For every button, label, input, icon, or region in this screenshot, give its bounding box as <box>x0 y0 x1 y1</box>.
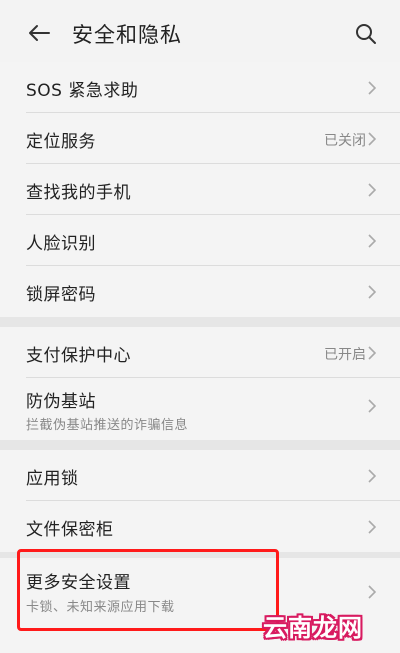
row-label: SOS 紧急求助 <box>26 81 139 101</box>
arrow-left-icon <box>29 25 50 41</box>
highlight-box <box>17 549 279 631</box>
top-bar: 安全和隐私 <box>0 0 400 62</box>
row-app-lock[interactable]: 应用锁 <box>0 450 400 501</box>
row-label: 支付保护中心 <box>26 346 131 366</box>
settings-screen: 安全和隐私 SOS 紧急求助 定位服务 已关闭 查找我的手机 人脸识别 锁屏密码… <box>0 0 400 653</box>
row-file-safe[interactable]: 文件保密柜 <box>0 501 400 552</box>
group-gap <box>0 317 400 327</box>
row-face-recognition[interactable]: 人脸识别 <box>0 215 400 266</box>
chevron-right-icon <box>366 182 378 198</box>
row-label: 查找我的手机 <box>26 183 131 203</box>
row-label: 人脸识别 <box>26 234 96 254</box>
row-location[interactable]: 定位服务 已关闭 <box>0 113 400 164</box>
row-label: 锁屏密码 <box>26 285 96 305</box>
chevron-right-icon <box>366 398 378 414</box>
watermark: 云南龙网 <box>263 614 363 642</box>
row-label: 文件保密柜 <box>26 520 114 540</box>
row-find-phone[interactable]: 查找我的手机 <box>0 164 400 215</box>
settings-group-3: 应用锁 文件保密柜 <box>0 450 400 552</box>
search-button[interactable] <box>352 20 380 48</box>
row-sos[interactable]: SOS 紧急求助 <box>0 62 400 113</box>
chevron-right-icon <box>366 233 378 249</box>
row-fake-base-station[interactable]: 防伪基站 拦截伪基站推送的诈骗信息 <box>0 378 400 440</box>
row-label: 定位服务 <box>26 132 96 152</box>
row-label: 应用锁 <box>26 469 79 489</box>
group-gap <box>0 440 400 450</box>
row-label: 防伪基站 <box>26 392 96 412</box>
row-payment-protection[interactable]: 支付保护中心 已开启 <box>0 327 400 378</box>
row-subtitle: 拦截伪基站推送的诈骗信息 <box>26 418 189 433</box>
chevron-right-icon <box>366 284 378 300</box>
chevron-right-icon <box>366 345 378 361</box>
row-lock-screen-password[interactable]: 锁屏密码 <box>0 266 400 317</box>
search-icon <box>356 24 376 44</box>
chevron-right-icon <box>366 468 378 484</box>
page-title: 安全和隐私 <box>72 23 182 47</box>
settings-group-2: 支付保护中心 已开启 防伪基站 拦截伪基站推送的诈骗信息 <box>0 327 400 440</box>
settings-group-1: SOS 紧急求助 定位服务 已关闭 查找我的手机 人脸识别 锁屏密码 <box>0 62 400 317</box>
back-button[interactable] <box>24 18 54 48</box>
status-text: 已开启 <box>324 347 366 363</box>
chevron-right-icon <box>366 131 378 147</box>
chevron-right-icon <box>366 584 378 600</box>
chevron-right-icon <box>366 80 378 96</box>
status-text: 已关闭 <box>324 133 366 149</box>
chevron-right-icon <box>366 519 378 535</box>
